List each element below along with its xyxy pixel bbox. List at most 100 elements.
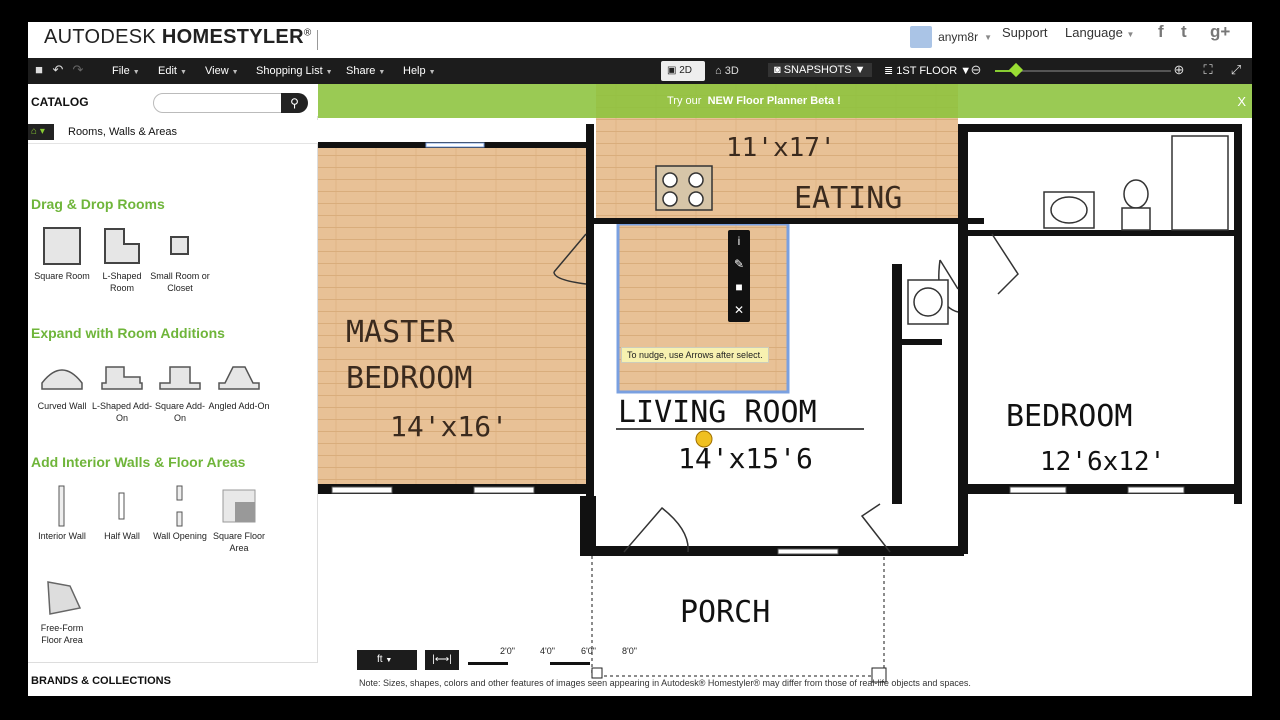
measure-button[interactable]: |⟷| bbox=[425, 650, 459, 670]
square-addon-item[interactable]: Square Add-On bbox=[149, 352, 211, 424]
half-wall-item[interactable]: Half Wall bbox=[91, 482, 153, 542]
zoom-thumb[interactable] bbox=[1009, 62, 1024, 78]
fit-icon[interactable]: ⛶ bbox=[1200, 62, 1216, 78]
promo-prefix: Try our bbox=[667, 95, 702, 107]
curved-wall-item[interactable]: Curved Wall bbox=[31, 352, 93, 412]
room-labels-dark: LIVING ROOM 14'x15'6 BEDROOM 12'6x12' PO… bbox=[616, 395, 1165, 630]
section-title: Expand with Room Additions bbox=[31, 325, 225, 341]
close-icon[interactable]: X bbox=[1237, 94, 1246, 109]
promo-link[interactable]: NEW Floor Planner Beta bbox=[708, 95, 835, 107]
promo-text[interactable]: Try our NEW Floor Planner Beta ! bbox=[667, 95, 841, 107]
interior-wall-item[interactable]: Interior Wall bbox=[31, 482, 93, 542]
language-menu[interactable]: Language ▼ bbox=[1065, 25, 1134, 40]
angled-addon-item[interactable]: Angled Add-On bbox=[208, 352, 270, 412]
chevron-down-icon: ▼ bbox=[984, 32, 992, 42]
view-3d-label: 3D bbox=[724, 65, 739, 77]
menu-file[interactable]: File ▼ bbox=[112, 65, 140, 77]
square-addon-icon bbox=[149, 352, 211, 400]
lock-icon[interactable]: ■ bbox=[728, 276, 750, 299]
l-shaped-addon-item[interactable]: L-Shaped Add-On bbox=[91, 352, 153, 424]
language-label: Language bbox=[1065, 25, 1123, 40]
square-floor-area-item[interactable]: Square Floor Area bbox=[208, 482, 270, 554]
menu-edit[interactable]: Edit ▼ bbox=[158, 65, 187, 77]
master-label-2: BEDROOM bbox=[346, 361, 472, 396]
zoom-in-icon[interactable]: ⊕ bbox=[1171, 62, 1187, 78]
resize-handle[interactable] bbox=[591, 667, 603, 679]
username: anym8r bbox=[938, 30, 979, 44]
support-link[interactable]: Support bbox=[1002, 25, 1048, 40]
menu-share[interactable]: Share ▼ bbox=[346, 65, 385, 77]
caret-icon: ▼ bbox=[325, 69, 333, 76]
home-icon[interactable]: ⌂ ▾ bbox=[28, 124, 54, 140]
item-label: L-Shaped Room bbox=[102, 271, 142, 293]
catalog-header: CATALOG ⚲ bbox=[28, 84, 318, 116]
floor-plan-canvas[interactable]: MASTER BEDROOM 14'x16' EATING 11'x17' LI… bbox=[318, 84, 1252, 696]
living-room-size: 14'x15'6 bbox=[678, 442, 813, 475]
square-room-item[interactable]: Square Room bbox=[31, 222, 93, 282]
menu-label: Share bbox=[346, 65, 376, 77]
selected-floor-area[interactable] bbox=[616, 222, 790, 394]
user-menu[interactable]: anym8r ▼ bbox=[910, 26, 992, 48]
facebook-icon[interactable]: f bbox=[1158, 22, 1164, 42]
homestyler-app: AUTODESK HOMESTYLER® anym8r ▼ Support La… bbox=[28, 22, 1252, 696]
save-icon[interactable]: ■ bbox=[31, 62, 47, 78]
wall-opening-icon bbox=[149, 482, 211, 530]
pin-icon[interactable] bbox=[695, 430, 713, 448]
scale-bar bbox=[550, 662, 590, 665]
living-room-label: LIVING ROOM bbox=[618, 395, 817, 430]
info-icon[interactable]: i bbox=[728, 230, 750, 253]
scale-label: 4'0" bbox=[540, 646, 555, 656]
menu-view[interactable]: View ▼ bbox=[205, 65, 239, 77]
master-size: 14'x16' bbox=[390, 410, 508, 443]
curved-wall-icon bbox=[31, 352, 93, 400]
google-plus-icon[interactable]: g+ bbox=[1210, 22, 1230, 42]
zoom-out-icon[interactable]: ⊖ bbox=[968, 62, 984, 78]
disclaimer-note: Note: Sizes, shapes, colors and other fe… bbox=[359, 678, 971, 688]
eating-label: EATING bbox=[794, 181, 902, 216]
wall-opening-item[interactable]: Wall Opening bbox=[149, 482, 211, 542]
floor-label: 1ST FLOOR bbox=[896, 65, 958, 77]
close-icon[interactable]: ✕ bbox=[728, 299, 750, 322]
undo-icon[interactable]: ↶ bbox=[50, 62, 66, 78]
l-shaped-room-item[interactable]: L-Shaped Room bbox=[91, 222, 153, 294]
section-title: Add Interior Walls & Floor Areas bbox=[31, 454, 246, 470]
brands-label: BRANDS & COLLECTIONS bbox=[31, 675, 171, 687]
fullscreen-icon[interactable]: ⤢ bbox=[1228, 62, 1244, 78]
caret-icon: ▼ bbox=[428, 69, 436, 76]
item-label: Interior Wall bbox=[38, 531, 86, 541]
logo[interactable]: AUTODESK HOMESTYLER® bbox=[44, 26, 312, 49]
logo-name: HOMESTYLER bbox=[161, 26, 304, 48]
redo-icon[interactable]: ↷ bbox=[70, 62, 86, 78]
scale-bar bbox=[468, 662, 508, 665]
logo-prefix: AUTODESK bbox=[44, 26, 157, 48]
scale-label: 6'0" bbox=[581, 646, 596, 656]
view-3d-button[interactable]: ⌂ 3D bbox=[715, 65, 739, 77]
catalog-search-input[interactable] bbox=[153, 93, 283, 113]
square-room-icon bbox=[31, 222, 93, 270]
small-room-item[interactable]: Small Room or Closet bbox=[149, 222, 211, 294]
l-shaped-room-icon bbox=[91, 222, 153, 270]
zoom-slider[interactable] bbox=[995, 62, 1171, 78]
scale-label: 8'0" bbox=[622, 646, 637, 656]
twitter-icon[interactable]: t bbox=[1181, 22, 1187, 42]
free-form-floor-area-item[interactable]: Free-Form Floor Area bbox=[31, 574, 93, 646]
brands-collections[interactable]: BRANDS & COLLECTIONS bbox=[28, 662, 318, 696]
menu-help[interactable]: Help ▼ bbox=[403, 65, 436, 77]
unit-label: ft bbox=[377, 654, 383, 665]
logo-mark: ® bbox=[303, 27, 312, 39]
search-icon[interactable]: ⚲ bbox=[281, 93, 308, 113]
catalog-title: CATALOG bbox=[31, 95, 89, 109]
menu-shopping-list[interactable]: Shopping List ▼ bbox=[256, 65, 333, 77]
l-shaped-addon-icon bbox=[91, 352, 153, 400]
paint-icon[interactable]: ✎ bbox=[728, 253, 750, 276]
floor-plan[interactable]: MASTER BEDROOM 14'x16' EATING 11'x17' LI… bbox=[318, 84, 1252, 696]
unit-select[interactable]: ft ▼ bbox=[357, 650, 417, 670]
promo-banner[interactable]: Try our NEW Floor Planner Beta ! X bbox=[318, 84, 1252, 118]
nudge-tooltip: To nudge, use Arrows after select. bbox=[621, 347, 769, 363]
item-label: Half Wall bbox=[104, 531, 140, 541]
view-2d-button[interactable]: ▣ 2D bbox=[661, 61, 705, 81]
house-icon: ⌂ bbox=[715, 65, 722, 77]
menu-label: File bbox=[112, 65, 130, 77]
snapshots-button[interactable]: ◙ SNAPSHOTS ▼ bbox=[768, 63, 872, 77]
floor-select[interactable]: ≣ 1ST FLOOR ▼ bbox=[878, 63, 977, 78]
